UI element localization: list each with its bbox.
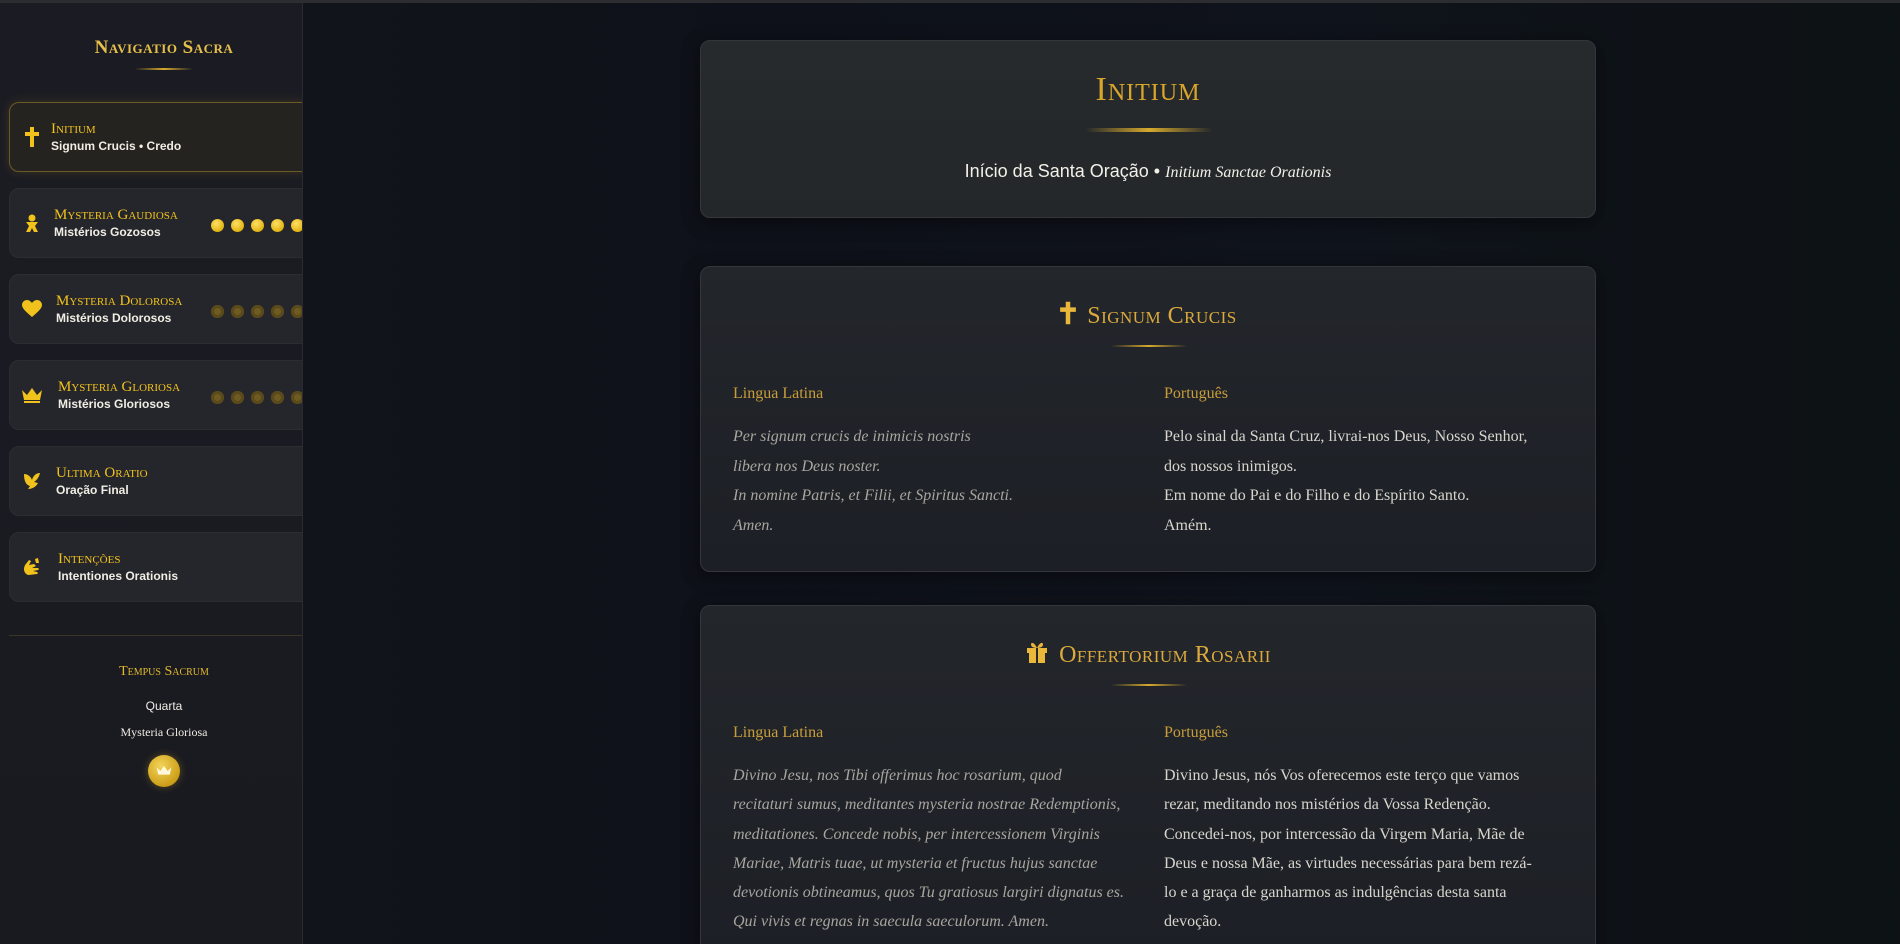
bead-pending bbox=[291, 305, 302, 318]
sidebar-item-title: Mysteria Gaudiosa bbox=[54, 206, 178, 223]
prayer-line: rezar, meditando nos mistérios da Vossa … bbox=[1164, 796, 1491, 814]
tempus-mystery: Mysteria Gloriosa bbox=[120, 725, 208, 739]
portuguese-prayer-text: Pelo sinal da Santa Cruz, livrai-nos Deu… bbox=[1164, 422, 1574, 540]
portuguese-column-label: Português bbox=[1164, 385, 1228, 402]
sidebar: Navigatio Sacra Initium Signum Crucis • … bbox=[0, 3, 303, 944]
bead-pending bbox=[271, 305, 284, 318]
prayer-line: dos nossos inimigos. bbox=[1164, 457, 1297, 475]
sidebar-item-subtitle: Oração Final bbox=[56, 482, 129, 497]
sidebar-item-ultima-oratio[interactable]: Ultima Oratio Oração Final bbox=[9, 446, 302, 516]
prayer-line: Amém. bbox=[1164, 516, 1212, 534]
sidebar-item-subtitle: Mistérios Dolorosos bbox=[56, 310, 172, 325]
section-header: Offertorium Rosarii bbox=[701, 640, 1595, 671]
prayer-line: Deus e nossa Mãe, as virtudes necessária… bbox=[1164, 854, 1532, 872]
subtitle-latin: Initium Sanctae Orationis bbox=[1165, 164, 1332, 181]
latin-column-label: Lingua Latina bbox=[733, 724, 824, 741]
sidebar-item-title: Intenções bbox=[58, 550, 121, 567]
sidebar-item-title: Ultima Oratio bbox=[56, 464, 148, 481]
bead-complete bbox=[211, 219, 224, 232]
prayer-line: devotionis obtineamus, quos Tu gratiosus… bbox=[733, 884, 1124, 902]
section-header: Signum Crucis bbox=[701, 301, 1595, 332]
latin-prayer-text: Divino Jesu, nos Tibi offerimus hoc rosa… bbox=[733, 761, 1143, 937]
prayer-line: Divino Jesus, nós Vos oferecemos este te… bbox=[1164, 767, 1520, 784]
bead-complete bbox=[231, 219, 244, 232]
portuguese-column-label: Português bbox=[1164, 724, 1228, 741]
bead-pending bbox=[231, 391, 244, 404]
prayer-line: lo e a graça de ganharmos as indulgência… bbox=[1164, 884, 1507, 902]
bead-pending bbox=[251, 391, 264, 404]
sidebar-title: Navigatio Sacra bbox=[94, 37, 234, 58]
bead-pending bbox=[211, 305, 224, 318]
prayer-line: Divino Jesu, nos Tibi offerimus hoc rosa… bbox=[733, 767, 1062, 784]
crown-icon bbox=[148, 755, 180, 787]
sidebar-item-title: Mysteria Dolorosa bbox=[56, 292, 183, 309]
prayer-line: Em nome do Pai e do Filho e do Espírito … bbox=[1164, 487, 1470, 504]
prayer-line: Concedei-nos, por intercessão da Virgem … bbox=[1164, 825, 1525, 843]
page-header-card: Initium Início da Santa Oração • Initium… bbox=[700, 40, 1596, 218]
sidebar-item-mysteria-gloriosa[interactable]: Mysteria Gloriosa Mistérios Gloriosos bbox=[9, 360, 302, 430]
sidebar-item-mysteria-dolorosa[interactable]: Mysteria Dolorosa Mistérios Dolorosos bbox=[9, 274, 302, 344]
section-divider bbox=[1111, 345, 1187, 347]
portuguese-prayer-text: Divino Jesus, nós Vos oferecemos este te… bbox=[1164, 761, 1574, 937]
progress-beads bbox=[211, 305, 302, 318]
sidebar-item-intencoes[interactable]: Intenções Intentiones Orationis bbox=[9, 532, 302, 602]
bead-complete bbox=[251, 219, 264, 232]
prayer-line: Amen. bbox=[733, 516, 774, 534]
prayer-line: Qui vivis et regnas in saecula saeculoru… bbox=[733, 913, 1049, 931]
sidebar-item-subtitle: Intentiones Orationis bbox=[58, 568, 179, 583]
sidebar-divider bbox=[9, 635, 302, 636]
progress-beads bbox=[211, 219, 302, 232]
tempus-sacrum-title: Tempus Sacrum bbox=[119, 664, 209, 679]
bead-pending bbox=[251, 305, 264, 318]
cross-icon bbox=[10, 102, 54, 172]
sidebar-item-subtitle: Signum Crucis • Credo bbox=[51, 138, 182, 153]
progress-beads bbox=[211, 391, 302, 404]
sidebar-item-subtitle: Mistérios Gloriosos bbox=[58, 396, 171, 411]
prayer-line: Pelo sinal da Santa Cruz, livrai-nos Deu… bbox=[1164, 428, 1528, 445]
prayer-line: meditationes. Concede nobis, per interce… bbox=[733, 825, 1100, 843]
prayer-card-signum-crucis: Signum Crucis Lingua Latina Português Pe… bbox=[700, 266, 1596, 572]
prayer-card-offertorium-rosarii: Offertorium Rosarii Lingua Latina Portug… bbox=[700, 605, 1596, 944]
prayer-line: libera nos Deus noster. bbox=[733, 457, 881, 475]
latin-column-label: Lingua Latina bbox=[733, 385, 824, 402]
page-subtitle: Início da Santa Oração • Initium Sanctae… bbox=[701, 161, 1595, 182]
subtitle-portuguese: Início da Santa Oração bbox=[964, 161, 1149, 181]
sidebar-item-title: Mysteria Gloriosa bbox=[58, 378, 181, 395]
dove-icon bbox=[10, 446, 54, 516]
bead-pending bbox=[271, 391, 284, 404]
praying-hands-icon bbox=[10, 532, 54, 602]
tempus-day: Quarta bbox=[145, 699, 183, 713]
cross-icon bbox=[1059, 301, 1077, 332]
bead-pending bbox=[291, 391, 302, 404]
section-title: Offertorium Rosarii bbox=[1059, 642, 1271, 668]
crown-icon bbox=[10, 360, 54, 430]
baby-icon bbox=[10, 188, 54, 258]
prayer-line: Mariae, Matris tuae, ut mysteria et fruc… bbox=[733, 854, 1098, 872]
page-title: Initium bbox=[1095, 71, 1201, 108]
gift-icon bbox=[1025, 640, 1049, 671]
sidebar-item-subtitle: Mistérios Gozosos bbox=[54, 224, 161, 239]
sidebar-item-mysteria-gaudiosa[interactable]: Mysteria Gaudiosa Mistérios Gozosos bbox=[9, 188, 302, 258]
section-title: Signum Crucis bbox=[1087, 303, 1237, 329]
bead-complete bbox=[291, 219, 302, 232]
title-divider bbox=[1086, 128, 1212, 132]
prayer-line: recitaturi sumus, meditantes mysteria no… bbox=[733, 796, 1121, 814]
heart-icon bbox=[10, 274, 54, 344]
bead-pending bbox=[231, 305, 244, 318]
prayer-line: devoção. bbox=[1164, 913, 1222, 931]
sidebar-item-title: Initium bbox=[51, 120, 96, 137]
bead-complete bbox=[271, 219, 284, 232]
bead-pending bbox=[211, 391, 224, 404]
prayer-line: In nomine Patris, et Filii, et Spiritus … bbox=[733, 487, 1013, 504]
sidebar-title-divider bbox=[135, 68, 193, 70]
latin-prayer-text: Per signum crucis de inimicis nostris li… bbox=[733, 422, 1143, 540]
subtitle-separator: • bbox=[1153, 161, 1161, 181]
sidebar-item-initium[interactable]: Initium Signum Crucis • Credo bbox=[9, 102, 302, 172]
section-divider bbox=[1111, 684, 1187, 686]
prayer-line: Per signum crucis de inimicis nostris bbox=[733, 428, 971, 445]
